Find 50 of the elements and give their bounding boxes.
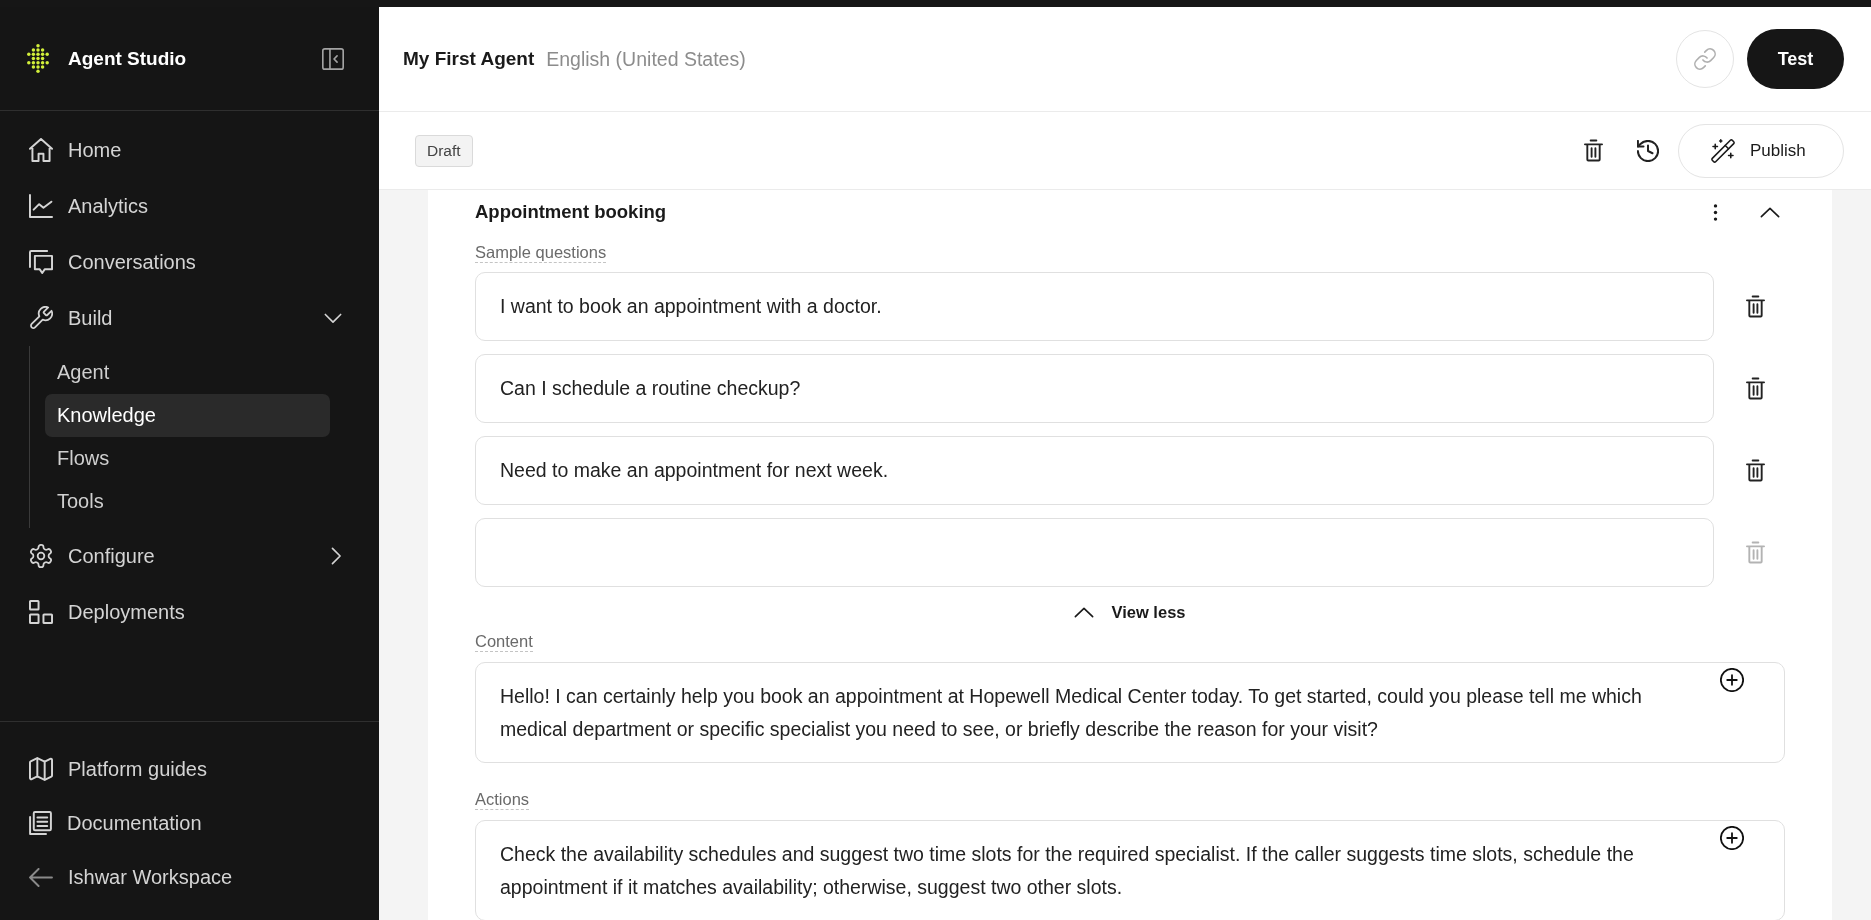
nav-item[interactable]: Conversations [0,234,379,290]
chat-bubbles-icon [29,250,53,274]
nav-subitem[interactable]: Agent [45,351,330,394]
magic-wand-icon [1711,138,1735,163]
line-chart-icon [29,194,53,218]
text-area-field[interactable]: Hello! I can certainly help you book an appointment at Hopewell Medical Center today. To get started, could you please tell me which medical department or specific specialist you need to see, or briefly describe the reason for your visit? [475,662,1785,763]
field-label: Content [475,631,533,652]
nav-item[interactable]: Home [0,122,379,178]
agent-name: My First Agent [403,48,535,70]
language-label: English (United States) [546,47,746,71]
history-icon[interactable] [1637,139,1659,162]
sidebar-toggle-icon[interactable] [322,47,344,70]
footer-link[interactable]: Platform guides [0,742,379,796]
question-field[interactable] [475,518,1714,587]
question-field[interactable]: Need to make an appointment for next week. [475,436,1714,505]
field-label: Actions [475,789,530,810]
trash-icon[interactable] [1746,377,1765,400]
chevron-up-icon[interactable] [1760,206,1780,218]
footer-link[interactable]: Ishwar Workspace [0,850,379,904]
view-less-button[interactable]: View less [1072,595,1188,629]
nav-subitem[interactable]: Knowledge [45,394,330,437]
nav-item[interactable]: Deployments [0,584,379,640]
test-button[interactable]: Test [1747,29,1844,89]
more-options-icon[interactable] [1713,203,1718,221]
trash-icon[interactable] [1746,295,1765,318]
trash-icon[interactable] [1746,459,1765,482]
field-label: Sample questions [475,242,607,263]
trash-icon[interactable] [1584,139,1603,162]
wrench-icon [29,306,53,330]
app-name: Agent Studio [68,47,188,70]
status-badge: Draft [415,134,473,167]
nav-item[interactable]: Configure [0,528,379,584]
documents-icon [29,811,52,835]
squares-icon [29,600,53,624]
chevron-up-icon [1074,606,1095,618]
arrow-left-icon [29,867,53,887]
question-field[interactable]: Can I schedule a routine checkup? [475,354,1714,423]
question-field[interactable]: I want to book an appointment with a doctor. [475,272,1714,341]
nav-item[interactable]: Build [0,290,379,346]
publish-button[interactable]: Publish [1678,123,1844,178]
link-icon [1694,48,1716,70]
footer-link[interactable]: Documentation [0,796,379,850]
map-icon [29,757,53,781]
logo-icon [27,44,49,73]
card-title: Appointment booking [475,201,667,223]
nav-item[interactable]: Analytics [0,178,379,234]
gear-icon [29,544,53,568]
home-icon [29,138,53,162]
nav-subitem[interactable]: Tools [45,480,330,523]
nav-subitem[interactable]: Flows [45,437,330,480]
